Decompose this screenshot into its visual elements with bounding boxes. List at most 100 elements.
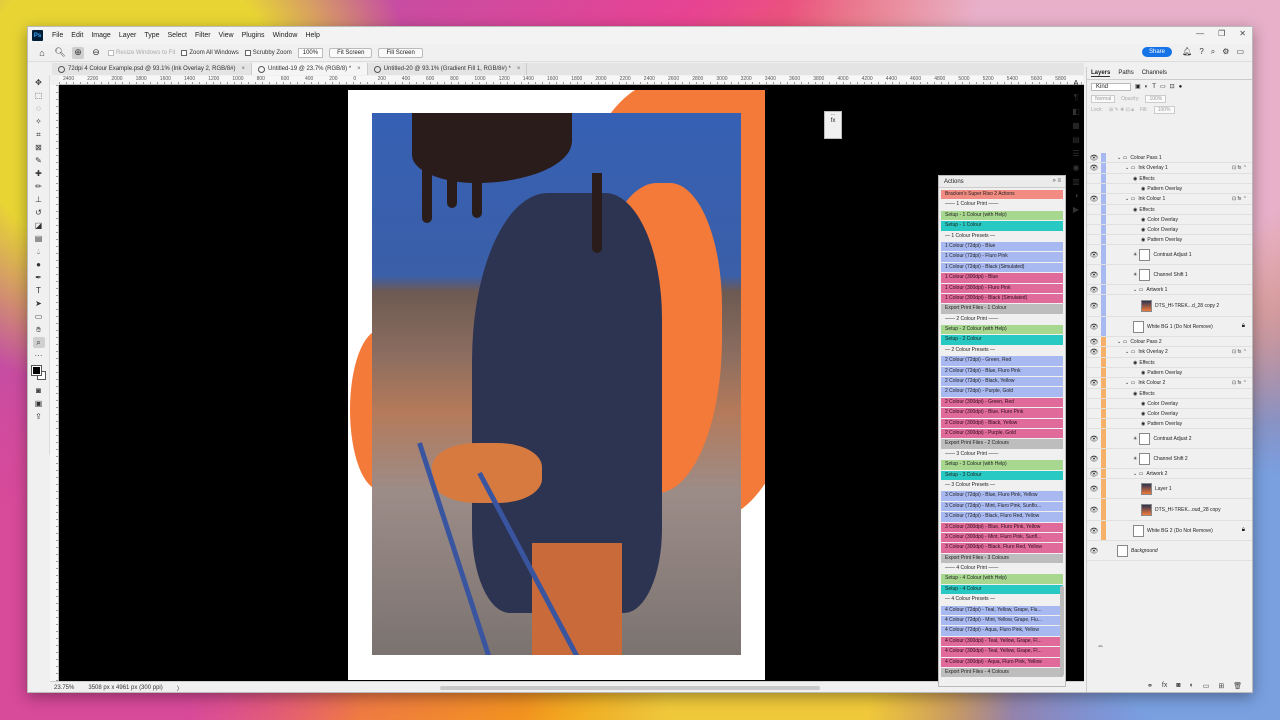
action-item[interactable]: 1 Colour (300dpi) - Black (Simulated) bbox=[941, 293, 1063, 304]
visibility-eye-icon[interactable]: 👁︎ bbox=[1087, 435, 1101, 443]
layer-row[interactable]: 👁︎ DTS_HI-TREK...d_28 copy 2 bbox=[1087, 295, 1252, 317]
zoom-all-windows-checkbox[interactable]: Zoom All Windows bbox=[181, 49, 239, 56]
screen-mode-icon[interactable]: ▣ bbox=[33, 398, 45, 409]
layer-row[interactable]: ◉ Effects bbox=[1087, 174, 1252, 184]
fx-badge-icon[interactable]: ⊡ fx ⌃ bbox=[1232, 349, 1247, 355]
layer-row[interactable]: ◉ Effects bbox=[1087, 389, 1252, 399]
effect-eye-icon[interactable]: ◉ bbox=[1141, 370, 1145, 376]
layer-row[interactable]: ◉ Pattern Overlay bbox=[1087, 419, 1252, 429]
visibility-eye-icon[interactable]: 👁︎ bbox=[1087, 485, 1101, 493]
move-tool-icon[interactable]: ✥ bbox=[33, 77, 45, 88]
filter-kind-select[interactable]: Kind bbox=[1091, 82, 1131, 91]
layer-mask-thumbnail[interactable] bbox=[1139, 268, 1151, 281]
layer-row[interactable]: 👁︎ ⌄ ▭ Ink Overlay 1 ⊡ fx ⌃ bbox=[1087, 163, 1252, 174]
effect-eye-icon[interactable]: ◉ bbox=[1141, 421, 1145, 427]
canvas-area[interactable] bbox=[59, 85, 1084, 681]
blend-mode-select[interactable]: Normal bbox=[1091, 94, 1116, 103]
visibility-eye-icon[interactable]: 👁︎ bbox=[1087, 379, 1101, 387]
gradient-tool-icon[interactable]: ▤ bbox=[33, 233, 45, 244]
visibility-eye-icon[interactable]: 👁︎ bbox=[1087, 506, 1101, 514]
layer-thumbnail[interactable] bbox=[1133, 320, 1144, 333]
folder-icon[interactable]: ⌄ ▭ bbox=[1125, 196, 1135, 202]
color-swatches[interactable] bbox=[30, 365, 46, 380]
lasso-tool-icon[interactable]: ◌ bbox=[33, 103, 45, 114]
opacity-field[interactable]: 100% bbox=[1145, 94, 1167, 103]
layer-mask-thumbnail[interactable] bbox=[1139, 452, 1151, 465]
layer-thumbnail[interactable] bbox=[1141, 503, 1152, 516]
visibility-eye-icon[interactable]: 👁︎ bbox=[1087, 195, 1101, 203]
eyedropper-icon[interactable]: ✎ bbox=[33, 155, 45, 166]
folder-icon[interactable]: ⌄ ▭ bbox=[1133, 287, 1143, 293]
menu-item-edit[interactable]: Edit bbox=[67, 32, 87, 39]
brush-tool-icon[interactable]: ✏ bbox=[33, 181, 45, 192]
layer-row[interactable]: 👁︎ ☀ Contrast Adjust 2 bbox=[1087, 429, 1252, 449]
action-item[interactable]: 4 Colour (300dpi) - Teal, Yellow, Grape,… bbox=[941, 647, 1063, 657]
menu-item-image[interactable]: Image bbox=[87, 32, 114, 39]
menu-item-view[interactable]: View bbox=[215, 32, 238, 39]
effect-eye-icon[interactable]: ◉ bbox=[1141, 186, 1145, 192]
close-tab-icon[interactable]: × bbox=[357, 66, 361, 72]
folder-icon[interactable]: ⌄ ▭ bbox=[1125, 380, 1135, 386]
minimize-icon[interactable]: — bbox=[1196, 29, 1204, 38]
action-item[interactable]: 4 Colour (300dpi) - Aqua, Fluro Pink, Ye… bbox=[941, 657, 1063, 667]
new-layer-icon[interactable]: ⊞ bbox=[1218, 682, 1224, 690]
visibility-eye-icon[interactable]: 👁︎ bbox=[1087, 286, 1101, 294]
layer-thumbnail[interactable] bbox=[1141, 299, 1152, 312]
action-item[interactable]: 1 Colour (300dpi) - Blue bbox=[941, 273, 1063, 283]
pen-tool-icon[interactable]: ✒ bbox=[33, 272, 45, 283]
fit-screen-button[interactable]: Fit Screen bbox=[329, 47, 373, 58]
fx-badge-icon[interactable]: ⊡ fx ⌃ bbox=[1232, 165, 1247, 171]
effect-eye-icon[interactable]: ◉ bbox=[1141, 401, 1145, 407]
share-arrow-icon[interactable]: ⇪ bbox=[33, 411, 45, 422]
home-icon[interactable]: ⌂ bbox=[36, 47, 48, 59]
scrubby-zoom-checkbox[interactable]: Scrubby Zoom bbox=[244, 49, 292, 56]
effect-eye-icon[interactable]: ◉ bbox=[1133, 391, 1137, 397]
layer-row[interactable]: 👁︎ ⌄ ▭ Colour Pass 2 bbox=[1087, 337, 1252, 347]
layer-row[interactable]: ◉ Effects bbox=[1087, 205, 1252, 215]
brushes-icon[interactable]: ◉ bbox=[1073, 163, 1080, 172]
layer-thumbnail[interactable] bbox=[1117, 544, 1128, 557]
hand-tool-icon[interactable]: ✋︎ bbox=[33, 324, 45, 335]
search-icon[interactable]: ⌕ bbox=[1211, 47, 1215, 57]
action-item[interactable]: 3 Colour (72dpi) - Mint, Fluro Pink, Sun… bbox=[941, 501, 1063, 512]
folder-icon[interactable]: ⌄ ▭ bbox=[1117, 155, 1127, 161]
layer-row[interactable]: 👁︎ ⌄ ▭ Ink Overlay 2 ⊡ fx ⌃ bbox=[1087, 347, 1252, 358]
visibility-eye-icon[interactable]: 👁︎ bbox=[1087, 348, 1101, 356]
effect-eye-icon[interactable]: ◉ bbox=[1141, 237, 1145, 243]
layer-thumbnail[interactable] bbox=[1141, 482, 1152, 495]
action-item[interactable]: 2 Colour (300dpi) - Green, Red bbox=[941, 397, 1063, 408]
more-tools-icon[interactable]: ··· bbox=[33, 350, 45, 361]
fill-field[interactable]: 100% bbox=[1153, 105, 1175, 114]
zoom-level[interactable]: 23.75% bbox=[54, 685, 74, 691]
tab-channels[interactable]: Channels bbox=[1142, 70, 1167, 76]
visibility-eye-icon[interactable]: 👁︎ bbox=[1087, 302, 1101, 310]
action-item[interactable]: Setup - 4 Colour bbox=[941, 584, 1063, 595]
action-item[interactable]: Setup - 2 Colour bbox=[941, 335, 1063, 345]
workspace-icon[interactable]: ▭ bbox=[1236, 47, 1244, 57]
action-item[interactable]: 3 Colour (300dpi) - Black, Fluro Red, Ye… bbox=[941, 543, 1063, 553]
menu-item-file[interactable]: File bbox=[48, 32, 67, 39]
foreground-color-swatch[interactable] bbox=[30, 365, 42, 376]
channels-icon[interactable]: ◑ bbox=[1074, 191, 1079, 200]
rectangle-tool-icon[interactable]: ▭ bbox=[33, 311, 45, 322]
layer-row[interactable]: 👁︎ ⌄ ▭ Colour Pass 1 bbox=[1087, 153, 1252, 163]
folder-icon[interactable]: ⌄ ▭ bbox=[1117, 339, 1127, 345]
path-select-icon[interactable]: ➤ bbox=[33, 298, 45, 309]
add-mask-icon[interactable]: ◙ bbox=[1176, 682, 1180, 690]
effect-eye-icon[interactable]: ◉ bbox=[1141, 411, 1145, 417]
action-item[interactable]: — 3 Colour Presets — bbox=[941, 481, 1063, 490]
paragraph-icon[interactable]: ¶ bbox=[1074, 93, 1078, 102]
quick-mask-icon[interactable]: ◙ bbox=[33, 385, 45, 396]
menu-item-plugins[interactable]: Plugins bbox=[238, 32, 269, 39]
swatches-icon[interactable]: ▦ bbox=[1072, 121, 1080, 130]
close-tab-icon[interactable]: × bbox=[517, 66, 521, 72]
eraser-tool-icon[interactable]: ◪ bbox=[33, 220, 45, 231]
resize-windows-checkbox[interactable]: Resize Windows to Fit bbox=[108, 49, 175, 56]
history-brush-icon[interactable]: ↺ bbox=[33, 207, 45, 218]
action-item[interactable]: —— 3 Colour Print —— bbox=[941, 450, 1063, 459]
stamp-tool-icon[interactable]: ⊥ bbox=[33, 194, 45, 205]
visibility-eye-icon[interactable]: 👁︎ bbox=[1087, 547, 1101, 555]
blur-tool-icon[interactable]: 💧︎ bbox=[33, 246, 45, 257]
filter-pixel-icon[interactable]: ▣ bbox=[1135, 83, 1141, 90]
info-icon[interactable]: A bbox=[1073, 79, 1078, 88]
